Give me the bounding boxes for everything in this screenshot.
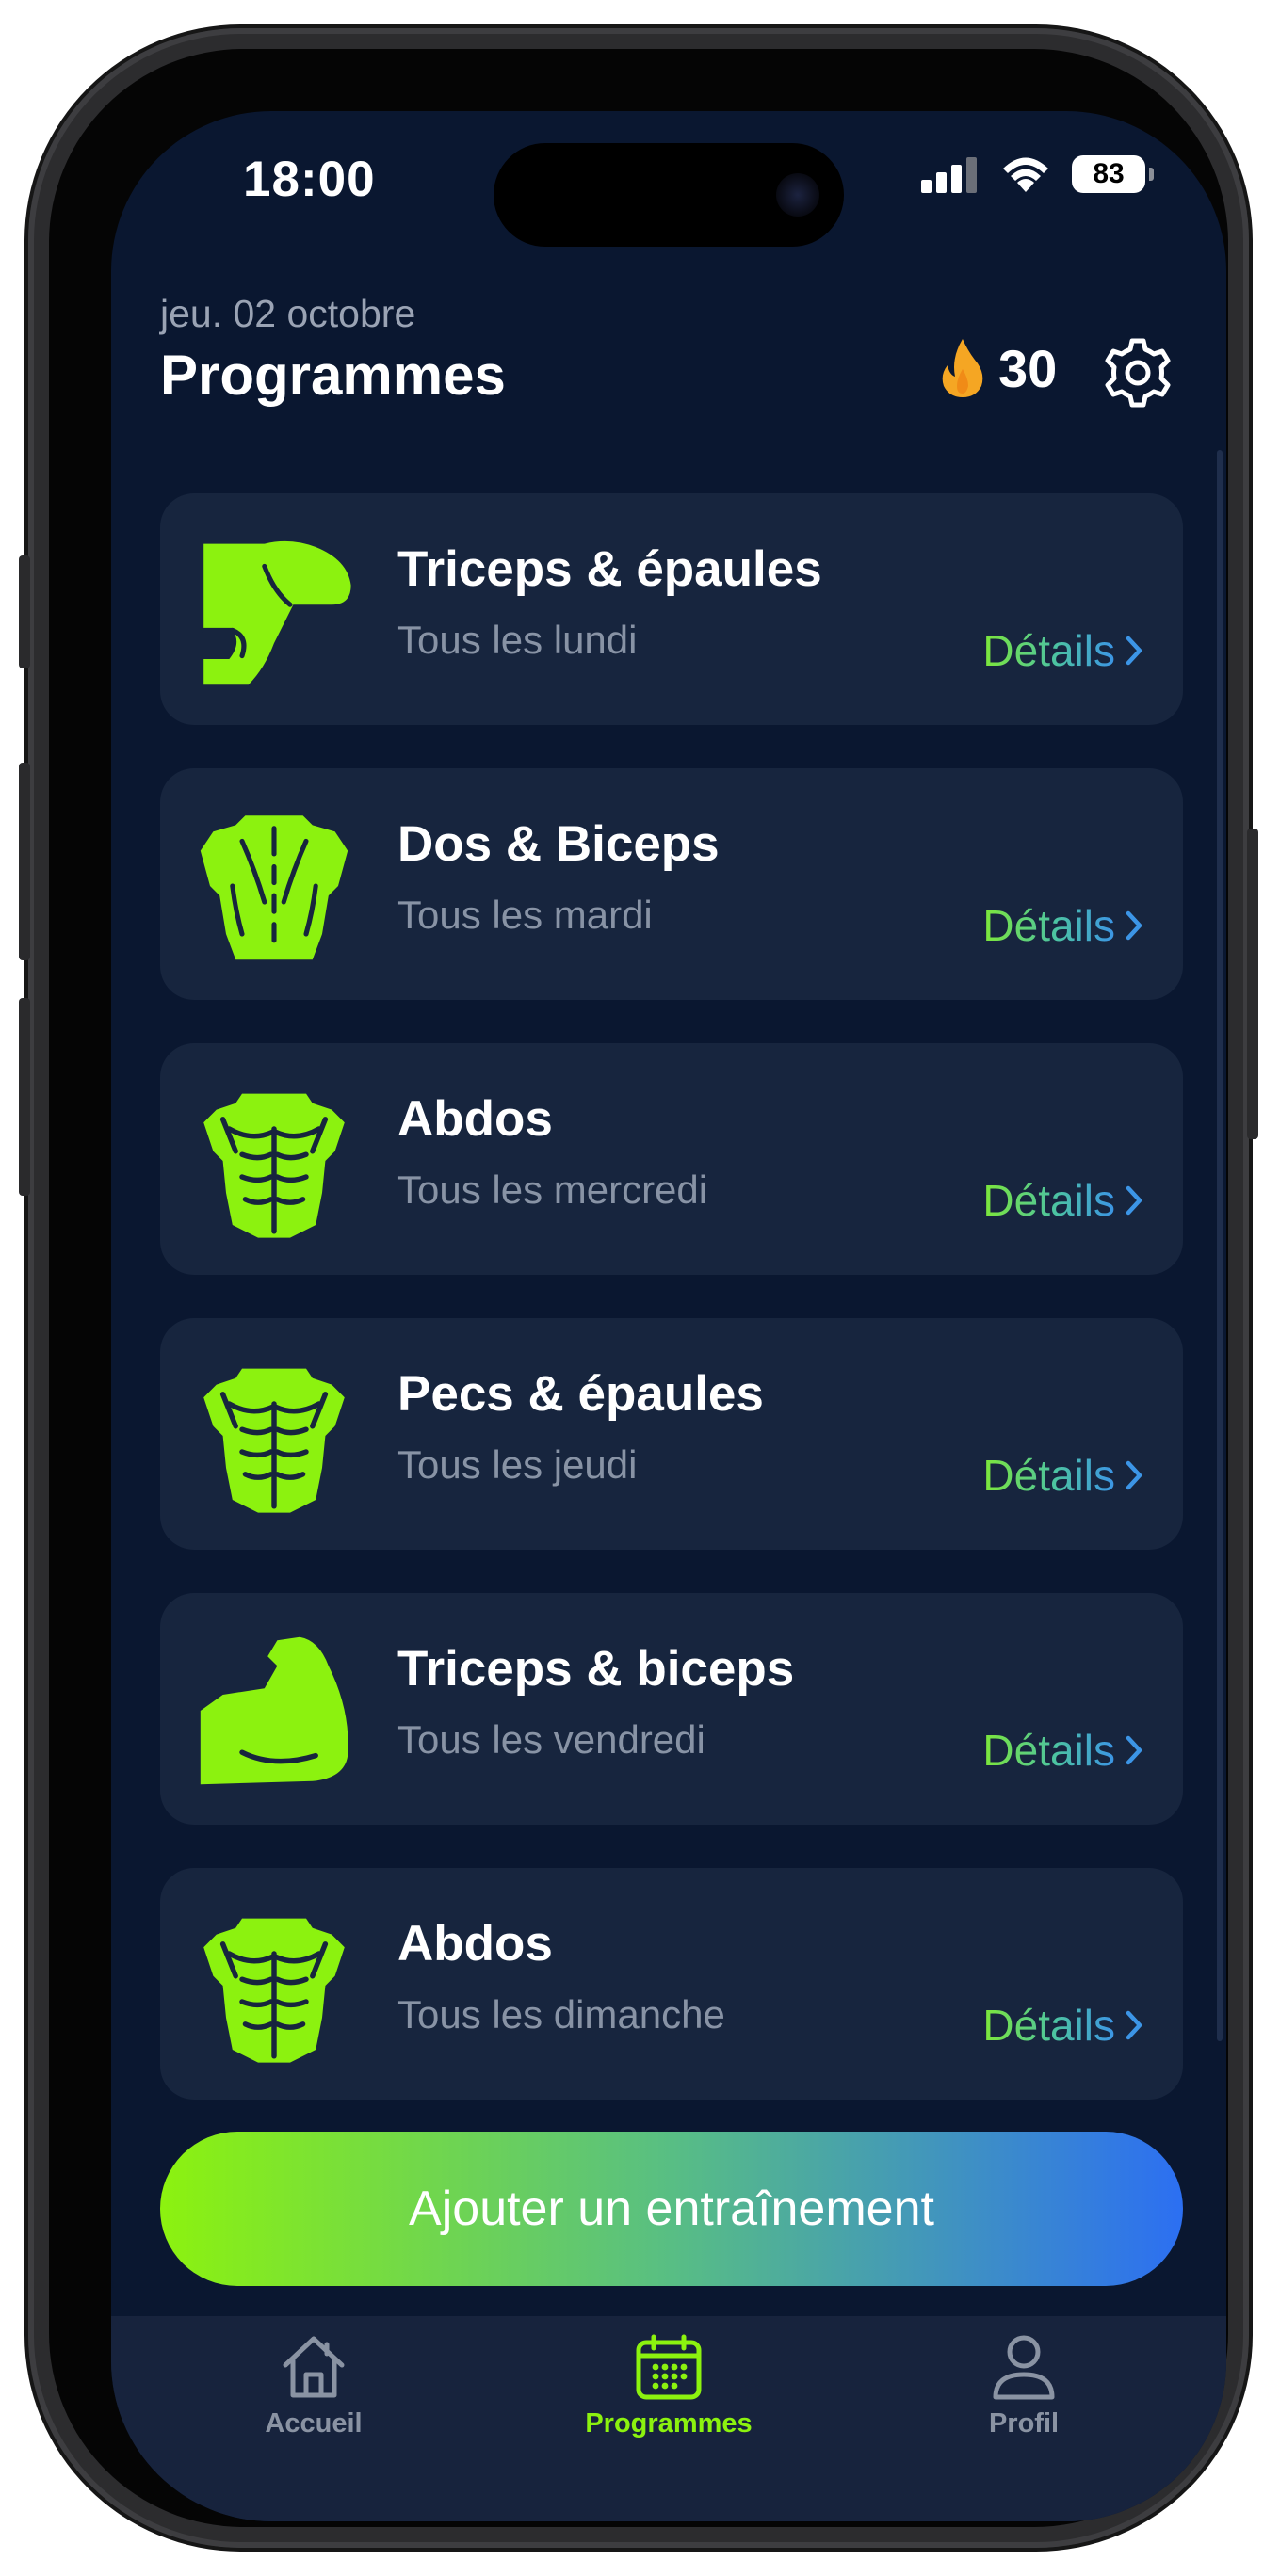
streak-count: 30	[998, 338, 1058, 398]
tab-bar: Accueil Programmes Profil	[111, 2316, 1226, 2521]
details-label: Détails	[982, 626, 1115, 675]
program-card[interactable]: Dos & Biceps Tous les mardi Détails	[160, 768, 1183, 1000]
details-label: Détails	[982, 1451, 1115, 1500]
program-schedule: Tous les vendredi	[397, 1717, 705, 1762]
details-link[interactable]: Détails	[982, 625, 1143, 676]
wifi-icon	[1003, 157, 1048, 192]
program-schedule: Tous les jeudi	[397, 1442, 638, 1487]
chevron-right-icon	[1126, 2010, 1142, 2040]
details-link[interactable]: Détails	[982, 1175, 1143, 1226]
tab-profile-label: Profil	[988, 2408, 1060, 2439]
add-workout-button[interactable]: Ajouter un entraînement	[160, 2132, 1183, 2286]
details-label: Détails	[982, 901, 1115, 950]
details-label: Détails	[982, 2001, 1115, 2050]
program-card[interactable]: Triceps & biceps Tous les vendredi Détai…	[160, 1593, 1183, 1825]
settings-gear-icon[interactable]	[1100, 335, 1175, 411]
volume-up-button	[19, 555, 30, 668]
chevron-right-icon	[1126, 910, 1142, 941]
scroll-indicator[interactable]	[1217, 450, 1223, 2041]
chevron-right-icon	[1126, 636, 1142, 666]
dynamic-island	[494, 143, 844, 247]
program-card[interactable]: Abdos Tous les mercredi Détails	[160, 1043, 1183, 1275]
program-title: Abdos	[397, 1916, 553, 1972]
program-title: Dos & Biceps	[397, 816, 720, 872]
chevron-right-icon	[1126, 1735, 1142, 1765]
tab-programs-label: Programmes	[585, 2408, 753, 2439]
power-button	[1247, 829, 1258, 1139]
program-card[interactable]: Pecs & épaules Tous les jeudi Détails	[160, 1318, 1183, 1550]
volume-down-button	[19, 763, 30, 960]
tab-programs[interactable]: Programmes	[546, 2333, 791, 2439]
abs-torso-icon	[194, 1356, 354, 1516]
details-link[interactable]: Détails	[982, 900, 1143, 951]
flame-icon	[942, 339, 983, 397]
details-label: Détails	[982, 1176, 1115, 1225]
program-schedule: Tous les lundi	[397, 618, 638, 662]
details-label: Détails	[982, 1726, 1115, 1775]
details-link[interactable]: Détails	[982, 2000, 1143, 2051]
front-camera	[776, 173, 819, 217]
program-schedule: Tous les mardi	[397, 893, 653, 937]
tab-home-label: Accueil	[265, 2408, 363, 2439]
streak-counter[interactable]: 30	[940, 337, 1057, 399]
program-schedule: Tous les dimanche	[397, 1992, 725, 2037]
program-title: Triceps & biceps	[397, 1641, 795, 1697]
flexed-arm-icon	[194, 1631, 354, 1791]
program-card[interactable]: Triceps & épaules Tous les lundi Détails	[160, 493, 1183, 725]
phone-frame: 18:00 83 jeu. 02 octobre Programmes 30 T…	[19, 28, 1258, 2548]
back-torso-icon	[194, 806, 354, 966]
program-schedule: Tous les mercredi	[397, 1167, 708, 1212]
action-button	[19, 998, 30, 1196]
program-title: Pecs & épaules	[397, 1366, 764, 1422]
battery-indicator: 83	[1072, 155, 1154, 193]
chevron-right-icon	[1126, 1185, 1142, 1216]
details-link[interactable]: Détails	[982, 1450, 1143, 1501]
page-title: Programmes	[160, 344, 506, 407]
details-link[interactable]: Détails	[982, 1725, 1143, 1776]
shoulder-icon	[194, 531, 354, 691]
current-date: jeu. 02 octobre	[160, 292, 416, 335]
tab-profile[interactable]: Profil	[901, 2333, 1146, 2439]
calendar-icon	[636, 2334, 702, 2400]
abs-torso-icon	[194, 1906, 354, 2066]
program-title: Abdos	[397, 1091, 553, 1147]
signal-icon	[921, 157, 977, 193]
program-card[interactable]: Abdos Tous les dimanche Détails	[160, 1868, 1183, 2100]
status-time: 18:00	[243, 152, 376, 207]
abs-torso-icon	[194, 1081, 354, 1241]
status-indicators: 83	[921, 154, 1154, 194]
tab-home[interactable]: Accueil	[191, 2333, 436, 2439]
app-screen: 18:00 83 jeu. 02 octobre Programmes 30 T…	[111, 111, 1226, 2521]
program-title: Triceps & épaules	[397, 541, 822, 597]
chevron-right-icon	[1126, 1460, 1142, 1490]
home-icon	[283, 2336, 345, 2398]
person-icon	[993, 2335, 1055, 2400]
